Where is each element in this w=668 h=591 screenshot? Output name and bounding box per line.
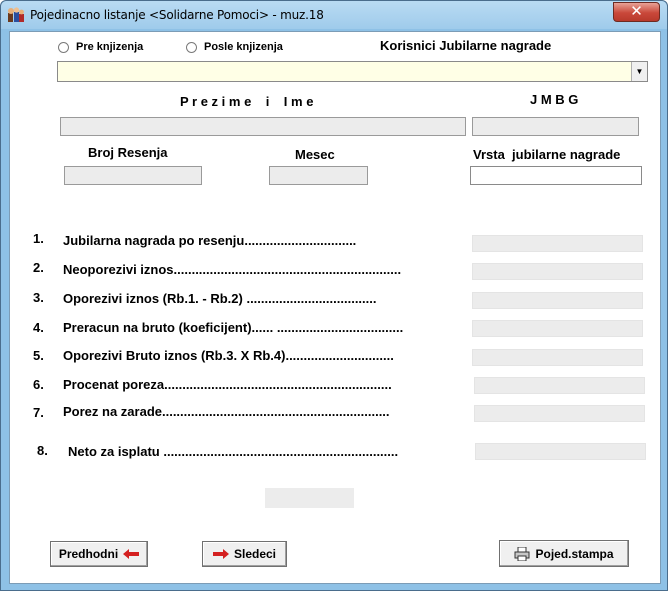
row-2-value[interactable]: [472, 263, 643, 280]
jmbg-field[interactable]: [472, 117, 639, 136]
mesec-label: Mesec: [295, 147, 335, 162]
korisnici-combo[interactable]: ▼: [57, 61, 648, 82]
row-1-label: Jubilarna nagrada po resenju............…: [63, 233, 357, 248]
row-4-value[interactable]: [472, 320, 643, 337]
row-2-number: 2.: [33, 260, 44, 275]
row-4-label: Preracun na bruto (koeficijent)...... ..…: [63, 320, 404, 335]
title-bar[interactable]: Pojedinacno listanje <Solidarne Pomoci> …: [1, 1, 667, 29]
arrow-left-icon: [123, 549, 140, 559]
row-1-number: 1.: [33, 231, 44, 246]
predhodni-button[interactable]: Predhodni: [50, 541, 148, 567]
row-3-label: Oporezivi iznos (Rb.1. - Rb.2) .........…: [63, 291, 377, 306]
vrsta-field[interactable]: [470, 166, 642, 185]
row-8-label: Neto za isplatu ........................…: [68, 444, 399, 459]
row-3-value[interactable]: [472, 292, 643, 309]
row-7-value[interactable]: [474, 405, 645, 422]
row-8-value[interactable]: [475, 443, 646, 460]
print-button[interactable]: Poјed.stampa: [499, 540, 629, 567]
close-icon: ✕: [630, 2, 643, 20]
predhodni-label: Predhodni: [58, 547, 119, 561]
korisnici-heading: Korisnici Jubilarne nagrade: [380, 38, 552, 53]
status-box: [265, 488, 354, 508]
prezime-label: P r e z i m e i I m e: [180, 94, 314, 109]
arrow-right-icon: [212, 549, 229, 559]
row-7-label: Porez na zarade.........................…: [63, 404, 390, 419]
app-window: Pojedinacno listanje <Solidarne Pomoci> …: [0, 0, 668, 591]
row-7-number: 7.: [33, 405, 44, 420]
radio-pre-label: Pre knjizenja: [76, 41, 144, 53]
jmbg-label: J M B G: [530, 92, 579, 107]
row-6-label: Procenat poreza.........................…: [63, 377, 392, 392]
radio-posle-label: Posle knjizenja: [204, 41, 283, 53]
form-area: Pre knjizenja Posle knjizenja Korisnici …: [9, 31, 661, 584]
prezime-field[interactable]: [60, 117, 466, 136]
close-button[interactable]: ✕: [613, 2, 660, 22]
row-6-number: 6.: [33, 377, 44, 392]
row-3-number: 3.: [33, 290, 44, 305]
mesec-field[interactable]: [269, 166, 368, 185]
radio-posle-knjizenja[interactable]: [186, 42, 197, 53]
row-5-value[interactable]: [472, 349, 643, 366]
vrsta-label: Vrsta jubilarne nagrade: [473, 147, 621, 162]
app-icon: [8, 7, 24, 22]
row-5-number: 5.: [33, 348, 44, 363]
row-1-value[interactable]: [472, 235, 643, 252]
chevron-down-icon[interactable]: ▼: [631, 62, 647, 81]
sledeci-label: Sledeci: [233, 547, 277, 561]
print-label: Poјed.stampa: [535, 546, 614, 561]
row-5-label: Oporezivi Bruto iznos (Rb.3. X Rb.4)....…: [63, 348, 394, 363]
row-4-number: 4.: [33, 320, 44, 335]
broj-resenja-label: Broj Resenja: [88, 145, 168, 160]
radio-pre-knjizenja[interactable]: [58, 42, 69, 53]
window-title: Pojedinacno listanje <Solidarne Pomoci> …: [30, 8, 324, 22]
broj-resenja-field[interactable]: [64, 166, 202, 185]
row-8-number: 8.: [37, 443, 48, 458]
row-2-label: Neoporezivi iznos.......................…: [63, 262, 402, 277]
sledeci-button[interactable]: Sledeci: [202, 541, 287, 567]
printer-icon: [514, 546, 530, 561]
row-6-value[interactable]: [474, 377, 645, 394]
